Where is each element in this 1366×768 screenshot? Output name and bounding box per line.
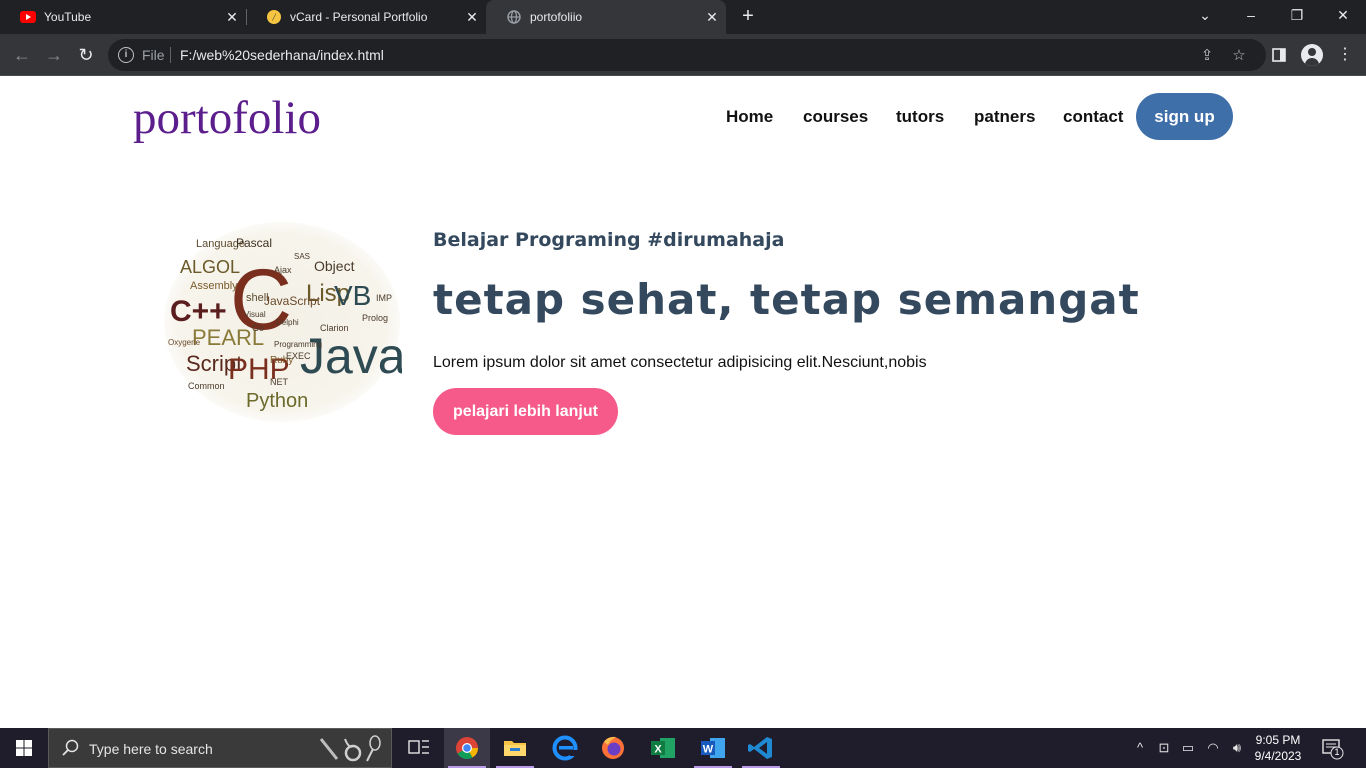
browser-toolbar: ← → ↻ i File F:/web%20sederhana/index.ht… <box>0 34 1366 76</box>
vcard-icon: / <box>266 9 282 25</box>
clock-date: 9/4/2023 <box>1254 749 1302 763</box>
taskbar-search-box[interactable]: Type here to search <box>48 728 392 768</box>
word-cloud-word: JavaScript <box>264 294 321 308</box>
word-cloud-word: Object <box>314 258 355 274</box>
word-cloud-word: SAS <box>294 252 310 261</box>
vscode-icon[interactable] <box>738 728 784 768</box>
minimize-icon[interactable]: – <box>1228 0 1274 30</box>
word-cloud-word: Oxygene <box>168 338 201 347</box>
word-cloud-word: Pascal <box>236 236 272 250</box>
word-cloud-word: Delphi <box>276 318 299 327</box>
word-cloud-word: Go <box>252 323 264 333</box>
word-cloud-word: Ajax <box>274 265 292 275</box>
bookmark-star-icon[interactable]: ☆ <box>1230 47 1248 65</box>
notification-center-icon[interactable]: 1 <box>1322 738 1344 760</box>
close-window-icon[interactable]: ✕ <box>1320 0 1366 30</box>
close-tab-icon[interactable]: ✕ <box>462 9 482 26</box>
tab-search-chevron-icon[interactable]: ⌄ <box>1182 0 1228 30</box>
word-cloud-word: C++ <box>170 295 227 328</box>
close-tab-icon[interactable]: ✕ <box>222 9 242 26</box>
tab-title: YouTube <box>44 10 92 24</box>
profile-avatar-icon[interactable] <box>1301 44 1323 66</box>
nav-link-contact[interactable]: contact <box>1063 107 1123 127</box>
browser-tab-strip: YouTube ✕ / vCard - Personal Portfolio ✕… <box>0 0 1366 34</box>
svg-text:W: W <box>703 744 714 756</box>
task-view-icon[interactable] <box>396 728 442 768</box>
wifi-icon[interactable]: ◠ <box>1203 740 1223 756</box>
menu-kebab-icon[interactable]: ⋮ <box>1333 43 1357 67</box>
share-icon[interactable]: ⇪ <box>1198 47 1216 65</box>
hero-description: Lorem ipsum dolor sit amet consectetur a… <box>433 354 927 371</box>
new-tab-plus-icon[interactable]: + <box>736 4 760 28</box>
search-icon <box>62 739 79 756</box>
word-cloud-word: Programming <box>274 340 322 349</box>
signup-button[interactable]: sign up <box>1136 93 1233 140</box>
search-placeholder: Type here to search <box>89 741 213 757</box>
globe-icon <box>506 9 522 25</box>
word-cloud-word: Prolog <box>362 313 388 323</box>
system-clock[interactable]: 9:05 PM 9/4/2023 <box>1250 732 1306 764</box>
nav-link-patners[interactable]: patners <box>974 107 1035 127</box>
word-cloud-word: NET <box>270 377 289 387</box>
forward-arrow-icon[interactable]: → <box>42 43 66 67</box>
windows-start-icon[interactable] <box>0 728 48 768</box>
tab-title: portofoliio <box>530 10 583 24</box>
address-bar[interactable]: i File F:/web%20sederhana/index.html ⇪ ☆ <box>108 39 1266 71</box>
search-highlight-tools-icon <box>319 735 381 762</box>
notification-count: 1 <box>1334 747 1340 757</box>
tab-vcard[interactable]: / vCard - Personal Portfolio ✕ <box>246 0 486 34</box>
learn-more-button[interactable]: pelajari lebih lanjut <box>433 388 618 435</box>
excel-icon[interactable]: X <box>640 728 686 768</box>
hero-tagline: Belajar Programing #dirumahaja <box>433 229 785 251</box>
nav-link-home[interactable]: Home <box>726 107 773 127</box>
windows-taskbar: Type here to search X W ^ ⊡ ▭ ◠ 🔊︎ 9:05 … <box>0 728 1366 768</box>
firefox-icon[interactable] <box>590 728 636 768</box>
tab-youtube[interactable]: YouTube ✕ <box>0 0 246 34</box>
web-page: portofolio Home courses tutors patners c… <box>0 77 1366 728</box>
address-url[interactable]: F:/web%20sederhana/index.html <box>180 47 384 63</box>
word-cloud-word: EXEC <box>286 351 311 361</box>
clock-time: 9:05 PM <box>1255 733 1301 747</box>
nav-link-courses[interactable]: courses <box>803 107 868 127</box>
meet-now-icon[interactable]: ⊡ <box>1154 740 1174 756</box>
tab-portofoliio[interactable]: portofoliio ✕ <box>486 0 726 34</box>
chrome-icon[interactable] <box>444 728 490 768</box>
word-cloud-word: Clarion <box>320 323 349 333</box>
hero-headline: tetap sehat, tetap semangat <box>433 275 1140 324</box>
volume-icon[interactable]: 🔊︎ <box>1227 740 1247 756</box>
site-info-icon[interactable]: i <box>118 47 134 63</box>
file-explorer-icon[interactable] <box>492 728 538 768</box>
show-hidden-icons-chevron-icon[interactable]: ^ <box>1130 740 1150 755</box>
svg-text:X: X <box>654 744 662 756</box>
back-arrow-icon[interactable]: ← <box>10 43 34 67</box>
word-cloud-word: Java <box>300 328 402 384</box>
word-icon[interactable]: W <box>690 728 736 768</box>
address-divider <box>170 47 171 63</box>
tab-title: vCard - Personal Portfolio <box>290 10 428 24</box>
reload-icon[interactable]: ↻ <box>74 43 98 67</box>
nav-link-tutors[interactable]: tutors <box>896 107 944 127</box>
word-cloud-word: VB <box>334 280 371 311</box>
restore-icon[interactable]: ❐ <box>1274 0 1320 30</box>
word-cloud-word: Visual <box>244 310 266 319</box>
side-panel-icon[interactable] <box>1267 43 1291 67</box>
word-cloud-word: IMP <box>376 293 392 303</box>
site-logo[interactable]: portofolio <box>133 91 321 145</box>
programming-languages-word-cloud-image: Language Pascal ALGOL C Object Lisp VB C… <box>164 222 402 422</box>
edge-icon[interactable] <box>542 728 588 768</box>
address-scheme-label: File <box>142 47 165 63</box>
word-cloud-word: Common <box>188 381 225 391</box>
battery-icon[interactable]: ▭ <box>1178 740 1198 756</box>
youtube-icon <box>20 9 36 25</box>
close-tab-icon[interactable]: ✕ <box>702 9 722 26</box>
word-cloud-word: Python <box>246 390 308 412</box>
word-cloud-word: Assembly <box>190 280 238 292</box>
